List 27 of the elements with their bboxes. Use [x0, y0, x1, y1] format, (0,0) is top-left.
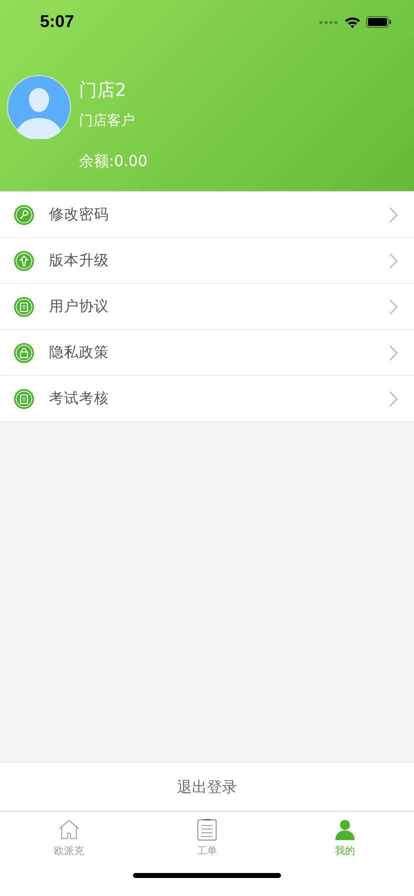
clipboard-icon — [14, 296, 34, 316]
menu-item[interactable]: 版本升级 — [0, 238, 414, 284]
menu-item[interactable]: 考试考核 — [0, 376, 414, 422]
account-type: 门店客户 — [79, 112, 136, 130]
store-name: 门店2 — [79, 79, 128, 102]
chevron-icon — [389, 298, 398, 314]
key-icon — [14, 204, 34, 224]
signal-icon — [319, 20, 339, 24]
status-time: 5:07 — [40, 12, 74, 32]
home-icon — [58, 819, 80, 841]
upload-icon — [14, 250, 34, 270]
chevron-icon — [389, 344, 398, 360]
menu-item[interactable]: 隐私政策 — [0, 330, 414, 376]
chevron-icon — [389, 206, 398, 222]
chevron-icon — [389, 252, 398, 268]
balance-text: 余额:0.00 — [79, 152, 148, 171]
menu-item[interactable]: 用户协议 — [0, 284, 414, 330]
logout-button[interactable]: 退出登录 — [0, 762, 414, 812]
lock-icon — [14, 342, 34, 362]
avatar-icon — [7, 75, 71, 139]
clipboard-icon — [14, 388, 34, 408]
chevron-icon — [389, 390, 398, 406]
battery-icon — [366, 16, 392, 28]
wifi-icon — [344, 16, 361, 28]
menu-item[interactable]: 修改密码 — [0, 192, 414, 238]
document-icon — [196, 819, 218, 841]
person-icon — [334, 819, 356, 841]
